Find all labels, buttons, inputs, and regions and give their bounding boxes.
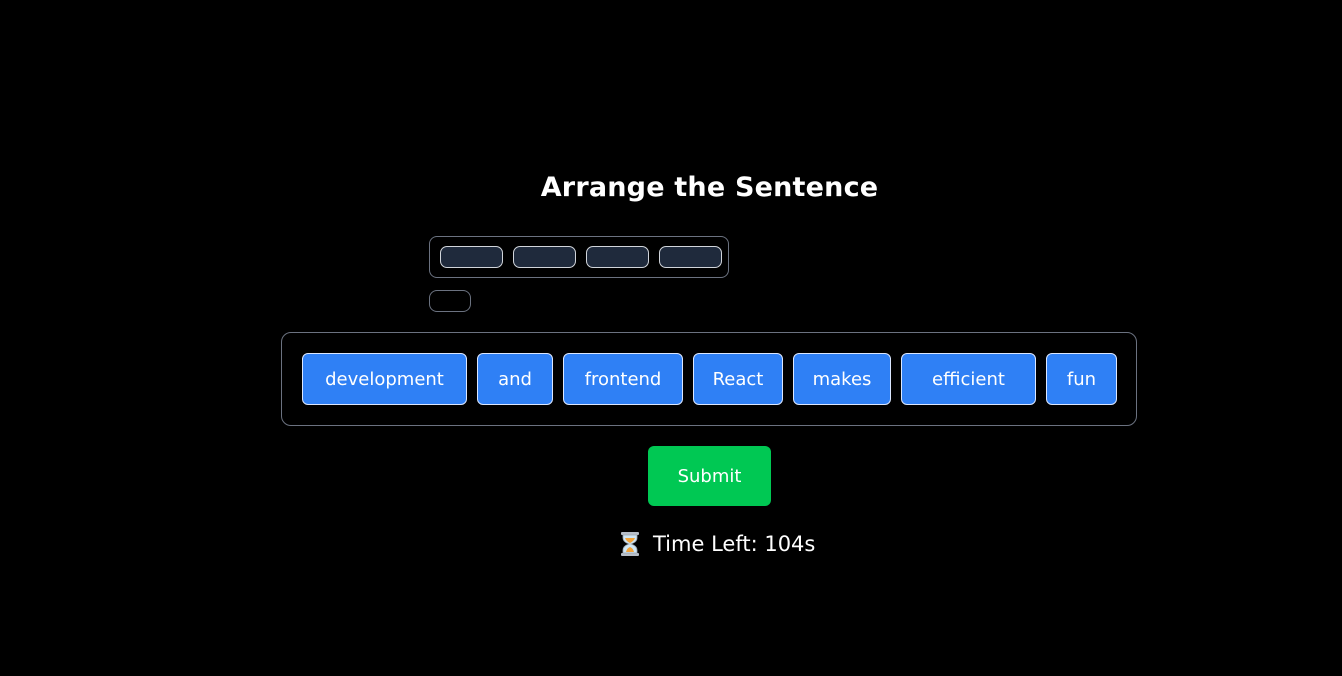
word-tile-makes[interactable]: makes (793, 353, 891, 405)
word-tile-efficient[interactable]: efficient (901, 353, 1036, 405)
answer-slot[interactable] (659, 246, 722, 268)
answer-slot[interactable] (440, 246, 503, 268)
answer-slot[interactable] (513, 246, 576, 268)
submit-button[interactable]: Submit (648, 446, 771, 506)
answer-area-row-1[interactable] (429, 236, 729, 278)
timer: Time Left: 104s (619, 528, 815, 560)
word-tile-and[interactable]: and (477, 353, 553, 405)
word-tile-frontend[interactable]: frontend (563, 353, 683, 405)
page-title: Arrange the Sentence (540, 172, 879, 203)
word-tile-react[interactable]: React (693, 353, 783, 405)
word-tile-fun[interactable]: fun (1046, 353, 1117, 405)
timer-text: Time Left: 104s (653, 532, 816, 556)
answer-slot-overflow[interactable] (429, 290, 471, 312)
answer-slot[interactable] (586, 246, 649, 268)
word-tile-development[interactable]: development (302, 353, 467, 405)
word-bank: development and frontend React makes eff… (281, 332, 1137, 426)
hourglass-icon (619, 531, 641, 557)
game-page: Arrange the Sentence development and fro… (0, 0, 1342, 676)
